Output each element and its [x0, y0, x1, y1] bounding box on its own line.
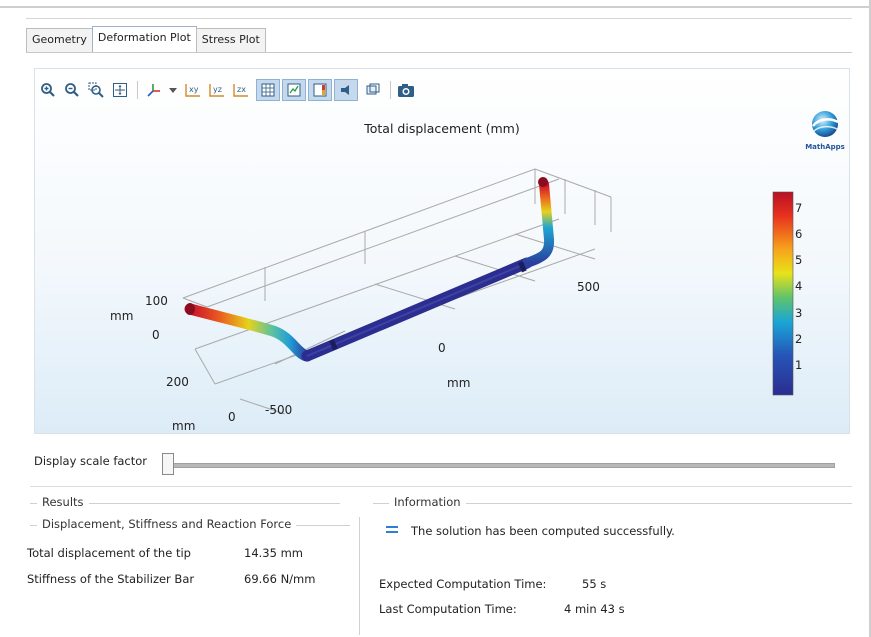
x-tick-500: 500 — [577, 280, 600, 294]
deformation-scene: 100 mm 0 200 0 mm -500 0 mm 500 — [110, 168, 794, 433]
section-divider — [30, 486, 852, 487]
colorbar-tick: 4 — [795, 279, 803, 293]
stiffness-value: 69.66 N/mm — [244, 572, 316, 586]
results-heading: Results — [37, 495, 89, 509]
tab-geometry[interactable]: Geometry — [26, 28, 93, 52]
colorbar-tick: 3 — [795, 306, 803, 320]
x-axis-unit: mm — [447, 376, 470, 390]
tab-divider — [26, 52, 852, 53]
z-axis-unit: mm — [110, 309, 133, 323]
y-axis-unit: mm — [172, 419, 195, 433]
display-scale-slider-track[interactable] — [167, 463, 835, 468]
window-top-border — [0, 0, 871, 8]
tab-bar: Geometry Deformation Plot Stress Plot — [26, 26, 266, 52]
y-tick-200: 200 — [166, 375, 189, 389]
z-tick-100: 100 — [145, 294, 168, 308]
colorbar-tick: 5 — [795, 253, 803, 267]
x-tick-neg500: -500 — [265, 403, 292, 417]
tab-deformation-plot[interactable]: Deformation Plot — [91, 26, 197, 52]
results-subheading: Displacement, Stiffness and Reaction For… — [37, 517, 297, 531]
tab-stress-plot[interactable]: Stress Plot — [195, 28, 266, 52]
colorbar-tick: 2 — [795, 332, 803, 346]
tip-displacement-label: Total displacement of the tip — [27, 546, 191, 560]
expected-time-value: 55 s — [582, 577, 607, 591]
colorbar-tick: 7 — [795, 201, 803, 215]
top-divider — [26, 18, 852, 19]
z-tick-0: 0 — [152, 328, 160, 342]
colorbar-tick: 1 — [795, 358, 803, 372]
last-time-label: Last Computation Time: — [379, 602, 517, 616]
x-tick-0: 0 — [438, 341, 446, 355]
results-info-divider — [359, 517, 360, 635]
information-message: The solution has been computed successfu… — [411, 524, 675, 538]
stiffness-label: Stiffness of the Stabilizer Bar — [27, 572, 195, 586]
expected-time-label: Expected Computation Time: — [379, 577, 547, 591]
colorbar — [772, 191, 794, 396]
tip-displacement-value: 14.35 mm — [244, 546, 303, 560]
last-time-value: 4 min 43 s — [564, 602, 625, 616]
information-heading: Information — [389, 495, 466, 509]
display-scale-slider-thumb[interactable] — [162, 453, 174, 475]
plot-canvas[interactable]: xy yz zx Total displacement (mm) MathApp… — [34, 68, 850, 434]
axis-labels: 100 mm 0 200 0 mm -500 0 mm 500 — [110, 280, 600, 433]
display-scale-label: Display scale factor — [34, 454, 148, 468]
y-tick-0: 0 — [228, 410, 236, 424]
info-status-icon — [386, 526, 398, 535]
colorbar-tick: 6 — [795, 227, 803, 241]
stabilizer-bar — [184, 177, 555, 362]
